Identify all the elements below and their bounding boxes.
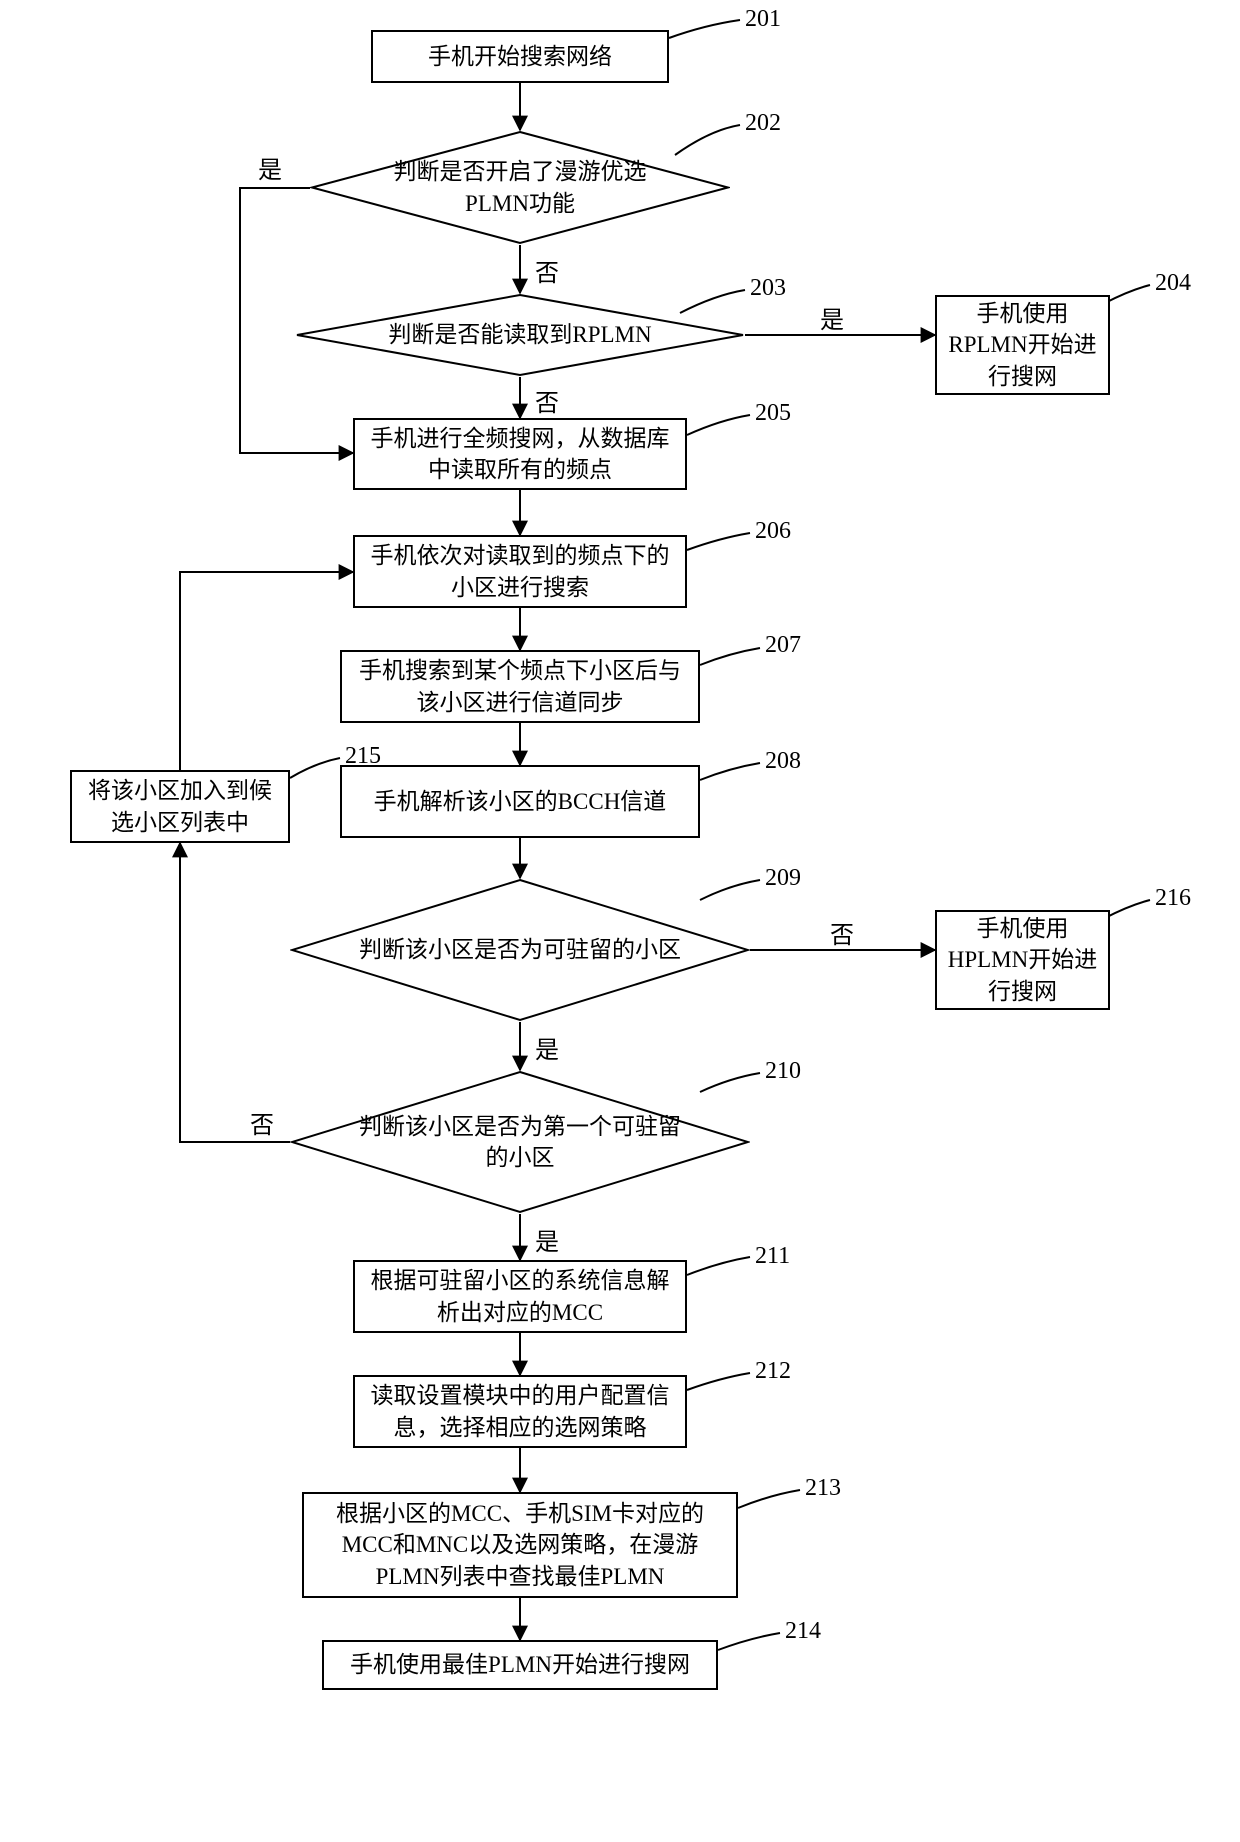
label-209-yes: 是 xyxy=(535,1030,559,1065)
step-text: 判断是否开启了漫游优选PLMN功能 xyxy=(370,156,670,218)
step-201-start: 手机开始搜索网络 xyxy=(371,30,669,83)
step-215: 将该小区加入到候选小区列表中 xyxy=(70,770,290,843)
step-text: 判断该小区是否为可驻留的小区 xyxy=(359,934,681,965)
step-207: 手机搜索到某个频点下小区后与该小区进行信道同步 xyxy=(340,650,700,723)
flowchart-canvas: 手机开始搜索网络 201 判断是否开启了漫游优选PLMN功能 202 是 否 判… xyxy=(0,0,1240,1842)
step-number-212: 212 xyxy=(755,1358,791,1385)
label-210-yes: 是 xyxy=(535,1222,559,1257)
step-text: 判断该小区是否为第一个可驻留的小区 xyxy=(350,1111,690,1173)
step-number-206: 206 xyxy=(755,518,791,545)
step-number-202: 202 xyxy=(745,110,781,137)
step-number-215: 215 xyxy=(345,743,381,770)
step-text: 手机搜索到某个频点下小区后与该小区进行信道同步 xyxy=(352,655,688,717)
step-212: 读取设置模块中的用户配置信息，选择相应的选网策略 xyxy=(353,1375,687,1448)
step-text: 手机使用HPLMN开始进行搜网 xyxy=(947,913,1098,1006)
label-202-no: 否 xyxy=(535,253,559,288)
label-209-no: 否 xyxy=(830,915,854,950)
step-number-205: 205 xyxy=(755,400,791,427)
label-210-no: 否 xyxy=(250,1105,274,1140)
step-text: 手机依次对读取到的频点下的小区进行搜索 xyxy=(365,540,675,602)
step-text: 根据小区的MCC、手机SIM卡对应的MCC和MNC以及选网策略，在漫游PLMN列… xyxy=(314,1498,726,1591)
step-text: 根据可驻留小区的系统信息解析出对应的MCC xyxy=(365,1265,675,1327)
step-text: 手机解析该小区的BCCH信道 xyxy=(374,786,667,817)
step-text: 读取设置模块中的用户配置信息，选择相应的选网策略 xyxy=(365,1380,675,1442)
label-203-yes: 是 xyxy=(820,300,844,335)
step-number-213: 213 xyxy=(805,1475,841,1502)
step-number-204: 204 xyxy=(1155,270,1191,297)
step-text: 手机使用RPLMN开始进行搜网 xyxy=(947,298,1098,391)
step-211: 根据可驻留小区的系统信息解析出对应的MCC xyxy=(353,1260,687,1333)
step-number-208: 208 xyxy=(765,748,801,775)
step-text: 手机进行全频搜网，从数据库中读取所有的频点 xyxy=(365,423,675,485)
step-number-214: 214 xyxy=(785,1618,821,1645)
step-206: 手机依次对读取到的频点下的小区进行搜索 xyxy=(353,535,687,608)
label-203-no: 否 xyxy=(535,383,559,418)
step-number-210: 210 xyxy=(765,1058,801,1085)
step-205: 手机进行全频搜网，从数据库中读取所有的频点 xyxy=(353,418,687,490)
decision-203: 判断是否能读取到RPLMN xyxy=(295,293,745,377)
decision-209: 判断该小区是否为可驻留的小区 xyxy=(290,878,750,1022)
decision-202: 判断是否开启了漫游优选PLMN功能 xyxy=(310,130,730,245)
step-text: 手机开始搜索网络 xyxy=(428,41,612,72)
step-213: 根据小区的MCC、手机SIM卡对应的MCC和MNC以及选网策略，在漫游PLMN列… xyxy=(302,1492,738,1598)
step-number-211: 211 xyxy=(755,1243,790,1270)
step-number-207: 207 xyxy=(765,632,801,659)
step-number-203: 203 xyxy=(750,275,786,302)
step-208: 手机解析该小区的BCCH信道 xyxy=(340,765,700,838)
label-202-yes: 是 xyxy=(258,150,282,185)
step-text: 判断是否能读取到RPLMN xyxy=(388,319,651,350)
step-number-209: 209 xyxy=(765,865,801,892)
step-204: 手机使用RPLMN开始进行搜网 xyxy=(935,295,1110,395)
step-number-216: 216 xyxy=(1155,885,1191,912)
step-text: 手机使用最佳PLMN开始进行搜网 xyxy=(350,1649,690,1680)
decision-210: 判断该小区是否为第一个可驻留的小区 xyxy=(290,1070,750,1214)
step-number-201: 201 xyxy=(745,6,781,33)
step-214: 手机使用最佳PLMN开始进行搜网 xyxy=(322,1640,718,1690)
step-text: 将该小区加入到候选小区列表中 xyxy=(82,775,278,837)
step-216: 手机使用HPLMN开始进行搜网 xyxy=(935,910,1110,1010)
